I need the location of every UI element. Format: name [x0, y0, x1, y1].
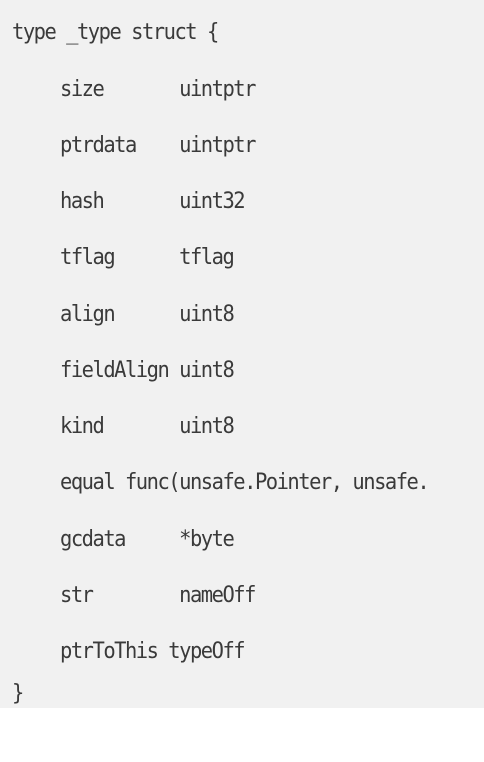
field-line-equal: equal func(unsafe.Pointer, unsafe.	[60, 470, 430, 495]
field-line-fieldalign: fieldAlign uint8	[60, 358, 235, 383]
field-line-ptrtothis: ptrToThis typeOff	[60, 639, 246, 664]
field-line-ptrdata: ptrdata uintptr	[60, 133, 256, 158]
code-block: type _type struct { size uintptr ptrdata…	[0, 0, 484, 708]
field-line-str: str nameOff	[60, 583, 256, 608]
struct-declaration-line: type _type struct {	[12, 20, 219, 45]
field-line-size: size uintptr	[60, 77, 256, 102]
field-line-hash: hash uint32	[60, 189, 246, 214]
field-line-align: align uint8	[60, 302, 235, 327]
field-line-gcdata: gcdata *byte	[60, 527, 235, 552]
field-line-kind: kind uint8	[60, 414, 235, 439]
field-line-tflag: tflag tflag	[60, 245, 235, 270]
struct-closing-brace: }	[12, 681, 24, 706]
